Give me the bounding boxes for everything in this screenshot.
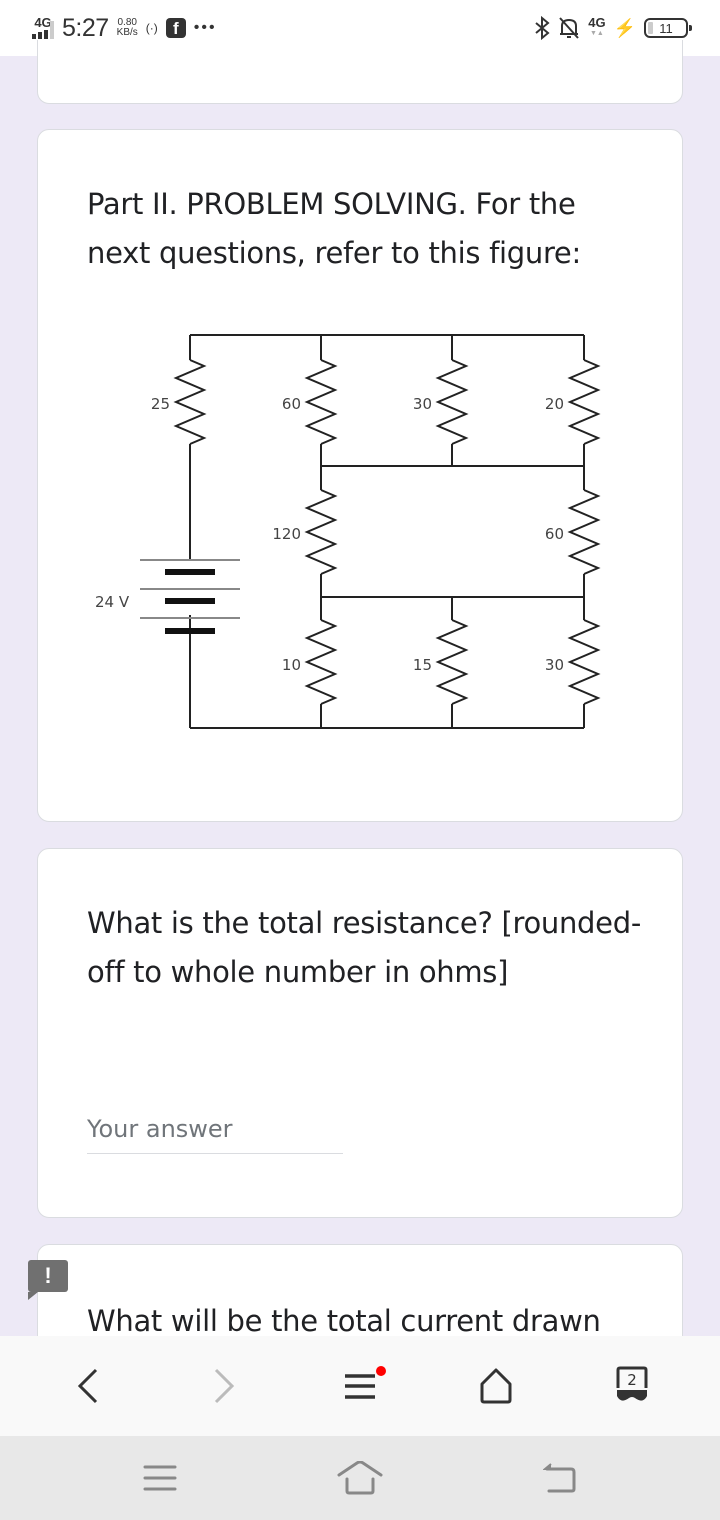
home-icon [480, 1368, 512, 1404]
label-30-top: 30 [413, 395, 432, 413]
report-flag-icon[interactable]: ! [28, 1260, 68, 1300]
resistor-25 [173, 359, 207, 445]
hotspot-icon: (·) [145, 21, 158, 35]
clock: 5:27 [62, 13, 109, 42]
more-notifications-icon: ••• [193, 19, 217, 36]
facebook-icon: f [165, 18, 186, 38]
chevron-right-icon [214, 1368, 235, 1404]
battery-level: 11 [659, 20, 673, 36]
system-back-icon [543, 1463, 576, 1493]
label-10: 10 [282, 656, 301, 674]
label-25: 25 [151, 395, 170, 413]
resistor-30-bot [567, 619, 601, 705]
previous-card [37, 40, 683, 104]
label-15: 15 [413, 656, 432, 674]
system-home-button[interactable] [330, 1448, 390, 1508]
question-card-total-resistance: What is the total resistance? [rounded-o… [37, 848, 683, 1218]
battery-icon: 11 [644, 18, 692, 38]
bluetooth-icon [535, 16, 550, 40]
incognito-tabs-icon: 2 [616, 1366, 648, 1401]
recents-button[interactable] [130, 1448, 190, 1508]
charging-icon: ⚡ [613, 17, 636, 38]
question-title: What is the total resistance? [rounded-o… [87, 906, 641, 989]
answer-input[interactable] [87, 1104, 343, 1154]
notification-dot [376, 1366, 386, 1376]
resistor-10 [304, 619, 338, 705]
system-back-button[interactable] [530, 1448, 590, 1508]
home-button[interactable] [466, 1356, 526, 1416]
label-60-mid: 60 [545, 525, 564, 543]
system-navigation-bar [0, 1436, 720, 1520]
recents-icon [143, 1465, 177, 1491]
battery-label: 24 V [95, 593, 130, 611]
resistor-30-top [435, 359, 469, 445]
resistor-15 [435, 619, 469, 705]
bell-off-icon [559, 17, 579, 39]
lte-icon: 4G ▼▲ [588, 15, 606, 37]
menu-icon [345, 1374, 375, 1399]
resistor-120 [304, 489, 338, 575]
network-speed: 0.80 KB/s [116, 17, 138, 38]
label-30-bot: 30 [545, 656, 564, 674]
figure-card: Part II. PROBLEM SOLVING. For the next q… [37, 129, 683, 822]
svg-text:2: 2 [627, 1371, 637, 1389]
label-120: 120 [272, 525, 301, 543]
resistor-20 [567, 359, 601, 445]
label-20: 20 [545, 395, 564, 413]
forward-button[interactable] [194, 1356, 254, 1416]
label-60-top: 60 [282, 395, 301, 413]
resistor-60-top [304, 359, 338, 445]
incognito-tabs-button[interactable]: 2 [602, 1356, 662, 1416]
browser-toolbar: 2 [0, 1336, 720, 1436]
cellular-signal-icon: 4G [32, 16, 54, 39]
back-button[interactable] [58, 1356, 118, 1416]
system-home-icon [337, 1461, 383, 1495]
circuit-diagram: 24 V 25 60 30 20 120 60 10 15 30 [95, 334, 601, 729]
chevron-left-icon [77, 1368, 98, 1404]
menu-button[interactable] [330, 1356, 390, 1416]
resistor-60-mid [567, 489, 601, 575]
